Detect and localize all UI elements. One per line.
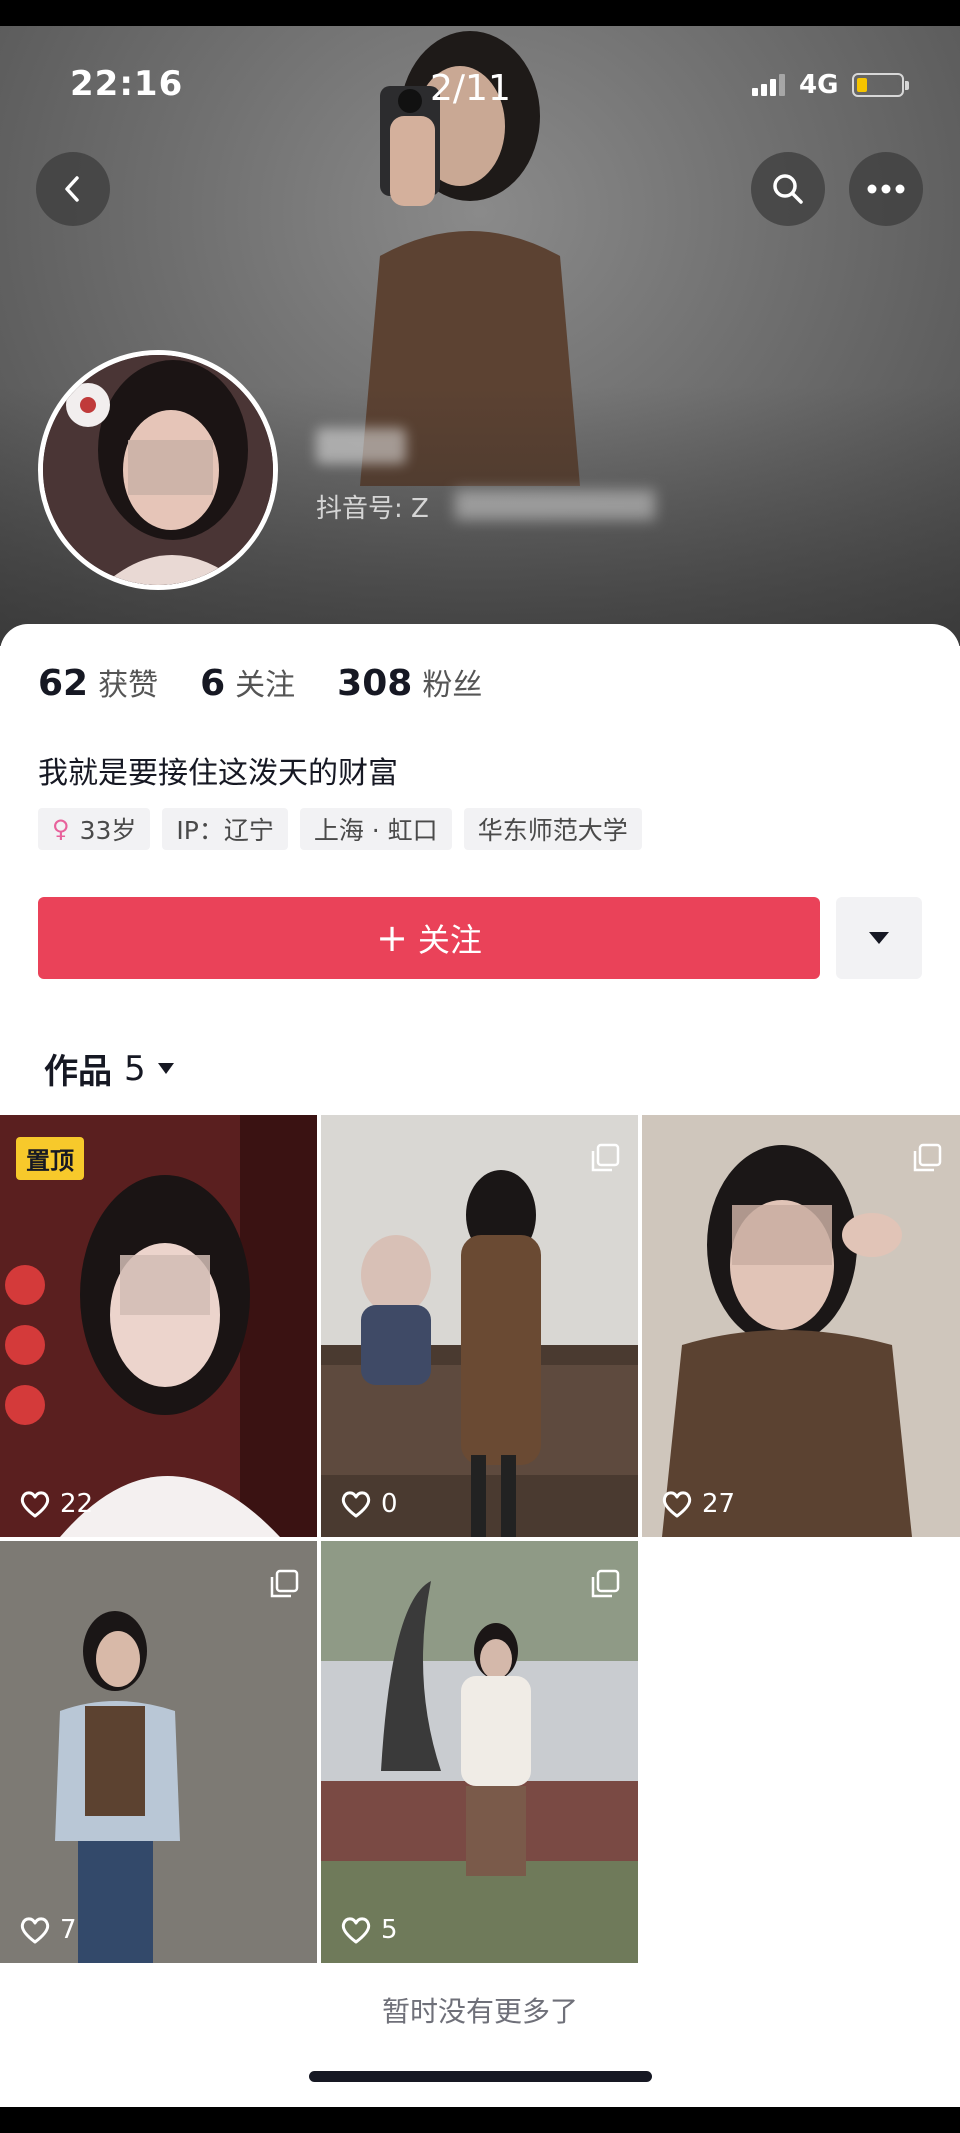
tag-school[interactable]: 华东师范大学	[463, 808, 642, 850]
video-likes: 7	[20, 1915, 77, 1945]
video-likes-count: 22	[60, 1489, 94, 1519]
stats-row: 62 获赞 6 关注 308 粉丝	[38, 660, 524, 704]
video-cover	[321, 1541, 638, 1963]
heart-icon	[341, 1917, 371, 1944]
heart-icon	[341, 1491, 371, 1518]
tag-location[interactable]: 上海 · 虹口	[299, 808, 452, 850]
pinned-badge: 置顶	[16, 1137, 84, 1180]
plus-icon: +	[376, 916, 408, 960]
tag-age-label: 33岁	[79, 816, 137, 845]
female-icon: ♀	[52, 815, 70, 843]
stat-following-value: 6	[200, 663, 226, 704]
multi-image-icon	[591, 1569, 620, 1598]
screen-bottom-edge	[0, 2107, 960, 2133]
battery-icon	[852, 73, 910, 97]
network-type: 4G	[799, 70, 839, 100]
stat-followers-label: 粉丝	[422, 668, 483, 703]
video-likes-count: 0	[381, 1489, 398, 1519]
video-likes: 27	[662, 1489, 735, 1519]
search-button[interactable]	[751, 152, 825, 226]
multi-image-icon	[270, 1569, 299, 1598]
stat-likes[interactable]: 62 获赞	[38, 660, 158, 704]
status-indicators: 4G	[752, 70, 910, 100]
avatar-image	[43, 355, 273, 585]
video-thumbnail[interactable]: 置顶 22	[0, 1115, 317, 1537]
video-likes-count: 7	[60, 1915, 77, 1945]
back-button[interactable]	[36, 152, 110, 226]
stat-following-label: 关注	[235, 668, 296, 703]
stat-likes-value: 62	[38, 663, 89, 704]
works-label: 作品	[44, 1052, 112, 1092]
caret-down-icon	[869, 932, 889, 944]
caret-down-icon	[157, 1063, 174, 1074]
chevron-left-icon	[65, 176, 79, 202]
tag-ip: IP：辽宁	[162, 808, 288, 850]
signal-icon	[752, 74, 785, 96]
follow-button[interactable]: + 关注	[38, 897, 820, 979]
profile-screen: 22:16 2/11 4G 抖音号: Z 62 获赞 6 关注 308 粉丝 我…	[0, 0, 960, 2133]
status-time: 22:16	[70, 64, 184, 104]
video-thumbnail[interactable]: 7	[0, 1541, 317, 1963]
profile-tags: ♀ 33岁 IP：辽宁 上海 · 虹口 华东师范大学	[38, 808, 642, 850]
video-thumbnail[interactable]: 5	[321, 1541, 638, 1963]
stat-following[interactable]: 6 关注	[200, 660, 295, 704]
multi-image-icon	[591, 1143, 620, 1172]
tag-age: ♀ 33岁	[38, 808, 151, 850]
works-count: 5	[124, 1048, 146, 1089]
video-thumbnail[interactable]: 27	[642, 1115, 960, 1537]
heart-icon	[20, 1491, 50, 1518]
more-horizontal-icon	[867, 184, 905, 194]
douyin-id: 抖音号: Z	[316, 494, 429, 524]
video-likes: 5	[341, 1915, 398, 1945]
video-cover	[321, 1115, 638, 1537]
heart-icon	[20, 1917, 50, 1944]
follow-label: 关注	[417, 921, 482, 959]
video-likes-count: 27	[702, 1489, 736, 1519]
video-cover	[642, 1115, 960, 1537]
no-more-content-text: 暂时没有更多了	[381, 1995, 578, 2028]
heart-icon	[662, 1491, 692, 1518]
status-bar-top	[0, 0, 960, 26]
avatar[interactable]	[38, 350, 278, 590]
stat-likes-label: 获赞	[98, 668, 159, 703]
stat-followers-value: 308	[337, 663, 413, 704]
multi-image-icon	[913, 1143, 942, 1172]
video-cover	[0, 1541, 317, 1963]
bio-text: 我就是要接住这泼天的财富	[38, 756, 398, 791]
stat-followers[interactable]: 308 粉丝	[337, 660, 482, 704]
recommend-dropdown-button[interactable]	[836, 897, 922, 979]
search-icon	[773, 174, 803, 204]
home-indicator[interactable]	[309, 2071, 652, 2082]
tab-works[interactable]: 作品 5	[44, 1044, 174, 1093]
image-page-counter: 2/11	[430, 68, 511, 109]
more-button[interactable]	[849, 152, 923, 226]
nickname-blurred	[316, 428, 406, 464]
video-likes: 0	[341, 1489, 398, 1519]
video-likes: 22	[20, 1489, 93, 1519]
douyin-id-blurred	[455, 490, 655, 520]
video-likes-count: 5	[381, 1915, 398, 1945]
video-thumbnail[interactable]: 0	[321, 1115, 638, 1537]
